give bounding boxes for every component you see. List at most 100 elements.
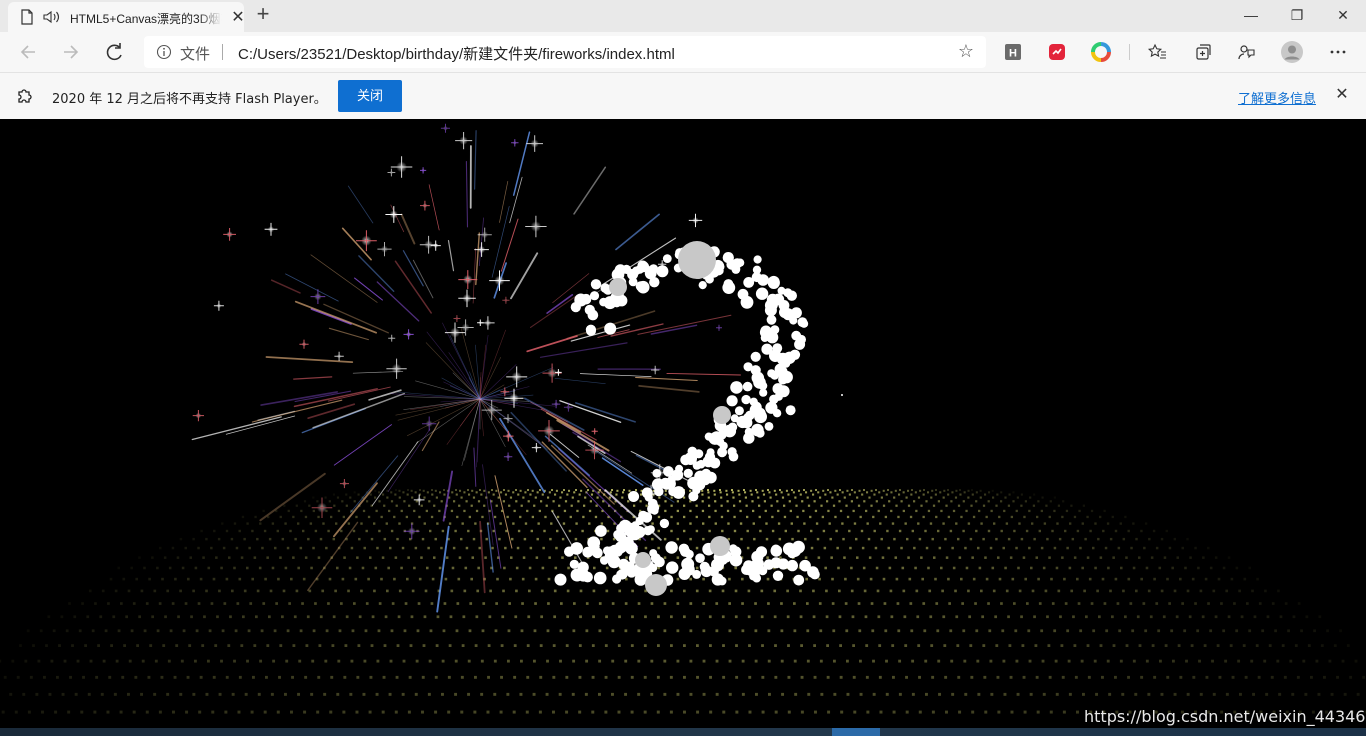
ground-dot [702,537,705,541]
ground-dot [256,537,259,541]
ground-dot [803,489,805,491]
url-text[interactable]: C:/Users/23521/Desktop/birthday/新建文件夹/fi… [238,43,675,64]
ground-dot [365,602,369,605]
ground-dot [496,577,499,581]
ground-dot [767,659,771,663]
ground-dot [893,537,896,541]
ground-dot [886,529,889,533]
ground-dot [479,489,481,491]
refresh-button[interactable] [100,38,130,66]
learn-more-link[interactable]: 了解更多信息 [1238,88,1316,107]
ground-dot [791,489,793,491]
collections-icon[interactable] [1191,40,1215,64]
ground-dot [833,692,837,696]
feedback-icon[interactable] [1234,40,1258,64]
ground-dot [338,629,342,633]
ground-dot [1235,566,1239,570]
ground-dot [773,589,777,593]
ground-dot [430,515,434,519]
ground-dot [1106,659,1110,663]
ground-dot [1168,546,1172,550]
favorite-star-icon[interactable]: ☆ [956,41,976,61]
ground-dot [955,522,958,525]
address-bar[interactable]: 文件 C:/Users/23521/Desktop/birthday/新建文件夹… [144,36,986,68]
sparkle [299,339,309,349]
fireworks-canvas[interactable]: https://blog.csdn.net/weixin_44346470 [0,119,1366,728]
ground-dot [918,675,921,679]
audio-playing-icon[interactable] [43,10,61,24]
firework-streak [442,470,454,522]
ground-dot [1138,644,1142,647]
ground-dot [1160,692,1164,696]
ground-dot [1025,529,1029,533]
ground-dot [900,546,903,550]
ground-dot [76,659,80,663]
ground-dot [574,556,577,559]
digit-particle [604,322,617,335]
taskbar-active-app[interactable] [832,728,880,736]
window-close-button[interactable]: ✕ [1320,0,1366,30]
ground-dot [561,491,564,494]
info-bar-close-button[interactable]: 关闭 [338,80,402,112]
ground-dot [319,615,323,619]
ground-dot [328,500,331,503]
ground-dot [663,692,667,696]
ground-dot [802,509,805,513]
ground-dot [877,615,881,619]
ground-dot [907,489,910,492]
ground-dot [695,546,699,550]
ground-dot [975,500,978,503]
ground-dot [512,491,515,494]
ground-dot [746,529,749,533]
ground-dot [881,556,885,559]
ground-dot [60,615,64,619]
sparkle [489,270,510,291]
color-wheel-extension-icon[interactable] [1091,42,1111,62]
ground-dot [467,692,471,696]
ground-dot [972,515,976,519]
ground-dot [814,509,818,513]
firework-streak [312,392,406,429]
ground-dot [547,496,550,499]
digit-particle [621,264,632,274]
watermark-text: https://blog.csdn.net/weixin_44346470 [1084,707,1366,726]
firework-streak [526,335,578,353]
ground-dot [1031,589,1035,593]
ground-dot [231,692,235,696]
info-bar-dismiss-icon[interactable]: ✕ [1332,85,1352,105]
ground-dot [898,692,902,696]
tab-close-icon[interactable]: ✕ [230,10,246,26]
ground-dot [428,659,432,663]
favorites-icon[interactable] [1146,40,1170,64]
ground-dot [362,692,366,696]
ground-dot [715,629,719,633]
ground-dot [800,644,803,647]
ground-dot [805,491,808,494]
ground-dot [831,602,835,605]
restore-button[interactable]: ❐ [1274,0,1320,30]
ground-dot [551,489,553,491]
ground-dot [1220,602,1223,605]
ground-dot [816,537,820,541]
red-extension-icon[interactable] [1047,42,1067,62]
ground-dot [1023,515,1026,519]
ground-dot [922,493,925,496]
forward-button[interactable] [56,38,86,66]
ground-dot [565,644,569,647]
ground-dot [800,675,804,679]
ground-dot [925,546,929,550]
ground-dot [11,659,15,663]
profile-avatar[interactable] [1280,40,1304,64]
more-menu-icon[interactable] [1326,40,1350,64]
ground-dot [298,659,302,663]
ground-dot [398,496,401,499]
info-icon[interactable] [156,44,172,60]
back-button[interactable] [13,38,43,66]
h-extension-icon[interactable]: H [1003,42,1023,62]
ground-dot [1035,675,1039,679]
minimize-button[interactable]: — [1228,0,1274,30]
new-tab-button[interactable]: + [252,3,274,26]
tab-fireworks[interactable]: HTML5+Canvas漂亮的3D烟花 ✕ [8,2,246,32]
ground-dot [1068,566,1072,570]
ground-dot [312,629,316,633]
